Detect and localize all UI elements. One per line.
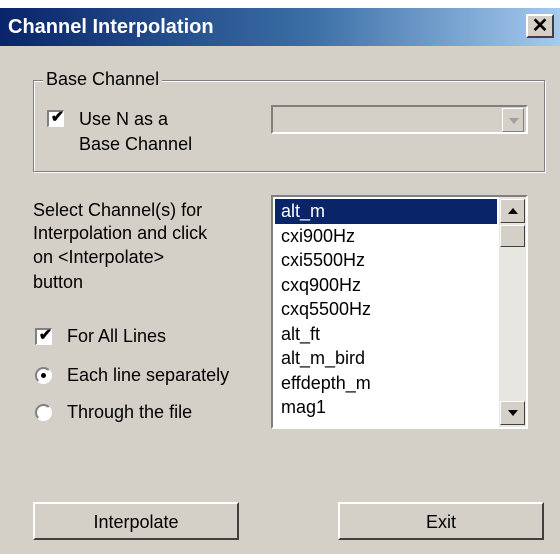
checkmark-icon: ✔ <box>50 109 65 126</box>
through-file-radio[interactable] <box>35 404 52 421</box>
close-button[interactable]: ✕ <box>526 14 554 38</box>
dropdown-arrow-button[interactable] <box>502 108 524 132</box>
window-title: Channel Interpolation <box>8 16 214 38</box>
use-n-label-line1: Use N as a <box>79 109 169 129</box>
channel-item[interactable]: cxi5500Hz <box>275 248 497 273</box>
scroll-up-button[interactable] <box>500 199 525 223</box>
instruction-line3: on <Interpolate> <box>33 247 165 267</box>
instruction-line4: button <box>33 272 84 292</box>
channel-item[interactable]: mag1 <box>275 395 497 420</box>
arrow-up-icon <box>508 208 518 214</box>
for-all-lines-label: For All Lines <box>67 326 167 346</box>
channel-item[interactable]: effdepth_m <box>275 371 497 396</box>
scroll-thumb[interactable] <box>500 225 525 247</box>
radio-dot-icon <box>41 373 46 378</box>
checkmark-icon: ✔ <box>38 327 53 344</box>
interpolate-button[interactable]: Interpolate <box>33 502 239 540</box>
instruction-line2: Interpolation and click <box>33 223 208 243</box>
exit-button[interactable]: Exit <box>338 502 544 540</box>
list-scrollbar[interactable] <box>499 197 526 427</box>
channel-item[interactable]: alt_m_bird <box>275 346 497 371</box>
each-line-radio[interactable] <box>35 367 52 384</box>
through-file-label: Through the file <box>67 402 193 422</box>
channel-item[interactable]: cxi900Hz <box>275 224 497 249</box>
channel-item[interactable]: cxq5500Hz <box>275 297 497 322</box>
use-n-base-checkbox[interactable]: ✔ <box>47 109 65 127</box>
chevron-down-icon <box>509 118 519 124</box>
arrow-down-icon <box>508 410 518 416</box>
each-line-label: Each line separately <box>67 365 230 385</box>
scroll-down-button[interactable] <box>500 401 525 425</box>
for-all-lines-checkbox[interactable]: ✔ <box>35 327 53 345</box>
base-channel-group-label: Base Channel <box>43 69 163 90</box>
title-bar: Channel Interpolation ✕ <box>0 8 560 46</box>
channel-list: alt_m cxi900Hz cxi5500Hz cxq900Hz cxq550… <box>275 199 497 420</box>
base-channel-dropdown[interactable] <box>271 105 528 134</box>
use-n-label-line2: Base Channel <box>79 134 193 154</box>
channel-item[interactable]: cxq900Hz <box>275 273 497 298</box>
close-icon: ✕ <box>531 15 549 37</box>
channel-item[interactable]: alt_ft <box>275 322 497 347</box>
channel-item[interactable]: alt_m <box>275 199 497 224</box>
channel-listbox[interactable]: alt_m cxi900Hz cxi5500Hz cxq900Hz cxq550… <box>271 195 528 429</box>
instruction-line1: Select Channel(s) for <box>33 200 203 220</box>
